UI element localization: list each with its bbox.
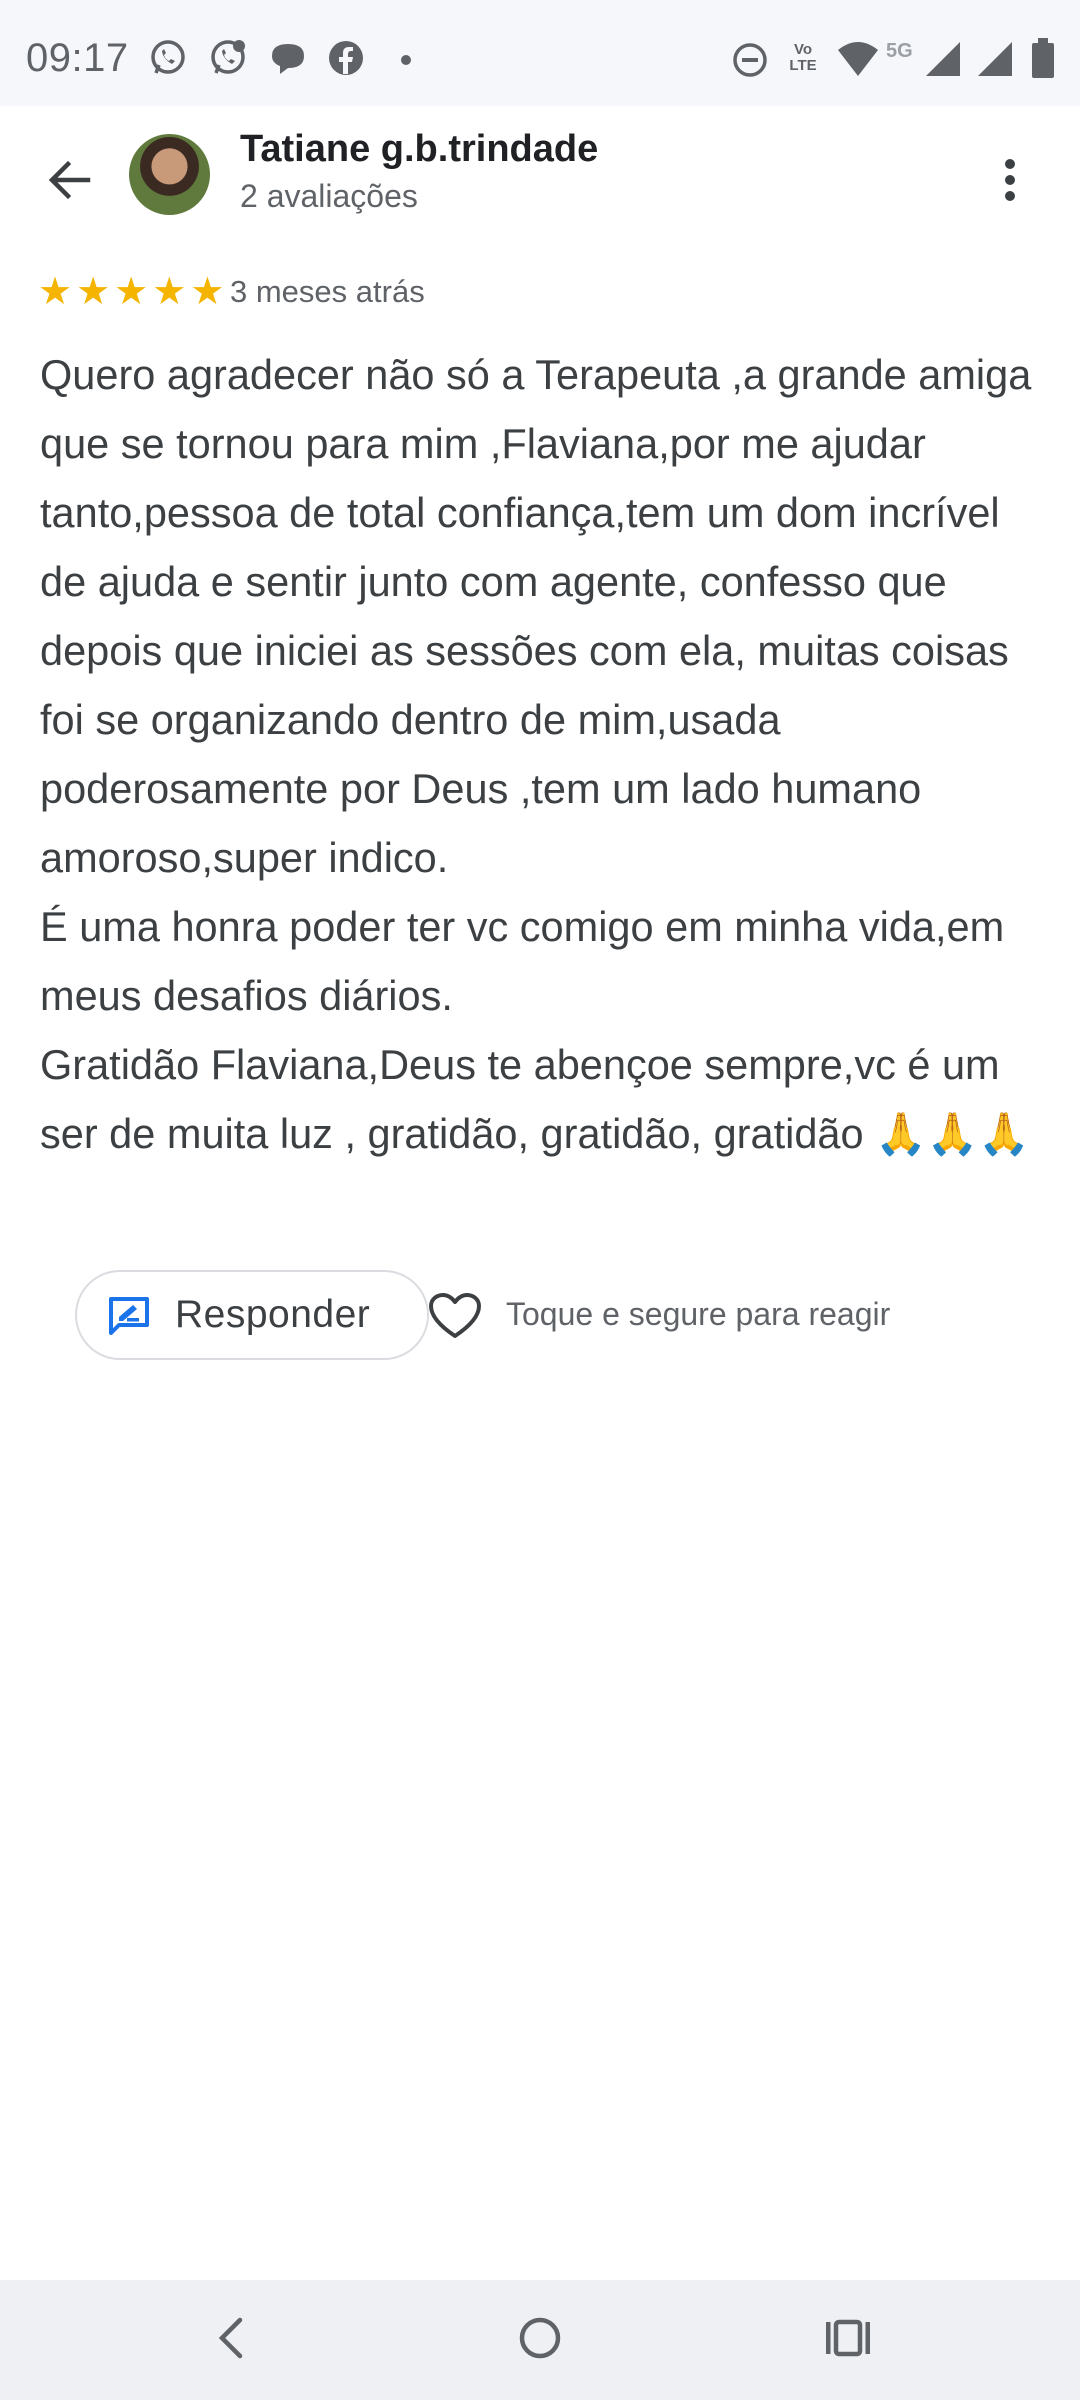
- star-icon: ★: [38, 271, 73, 313]
- star-rating: ★ ★ ★ ★ ★: [38, 272, 224, 312]
- avatar[interactable]: [129, 134, 210, 215]
- author-review-count: 2 avaliações: [240, 178, 418, 214]
- navigation-bar: [0, 2280, 1080, 2400]
- back-arrow-icon[interactable]: [40, 150, 100, 210]
- star-icon: ★: [190, 271, 225, 313]
- facebook-icon: [329, 41, 363, 75]
- heart-icon[interactable]: [428, 1292, 482, 1340]
- star-icon: ★: [114, 271, 149, 313]
- signal-icon: [926, 42, 960, 76]
- reply-label: Responder: [175, 1293, 371, 1336]
- reply-icon: [109, 1297, 149, 1335]
- status-time: 09:17: [26, 36, 129, 80]
- do-not-disturb-icon: [733, 43, 767, 77]
- dot-icon: [401, 55, 411, 65]
- whatsapp-icon: [151, 40, 185, 74]
- chat-bubble-icon: [272, 44, 304, 74]
- whatsapp-business-icon: [211, 40, 245, 74]
- volte-icon: Vo LTE: [789, 41, 817, 74]
- star-icon: ★: [152, 271, 187, 313]
- status-bar: 09:17 Vo LTE 5G: [0, 0, 1080, 106]
- author-name[interactable]: Tatiane g.b.trindade: [240, 128, 598, 171]
- review-date: 3 meses atrás: [230, 274, 425, 309]
- wifi-icon: [838, 42, 878, 76]
- review-text: Quero agradecer não só a Terapeuta ,a gr…: [40, 351, 1032, 1157]
- reply-button[interactable]: Responder: [75, 1270, 429, 1360]
- star-icon: ★: [76, 271, 111, 313]
- home-icon[interactable]: [514, 2308, 566, 2368]
- 5g-icon: 5G: [886, 40, 913, 62]
- signal-icon: [978, 42, 1012, 76]
- react-hint: Toque e segure para reagir: [506, 1296, 891, 1332]
- recents-icon[interactable]: [820, 2308, 876, 2368]
- more-options-icon[interactable]: [990, 150, 1030, 210]
- battery-icon: [1032, 38, 1054, 78]
- back-icon[interactable]: [206, 2308, 256, 2368]
